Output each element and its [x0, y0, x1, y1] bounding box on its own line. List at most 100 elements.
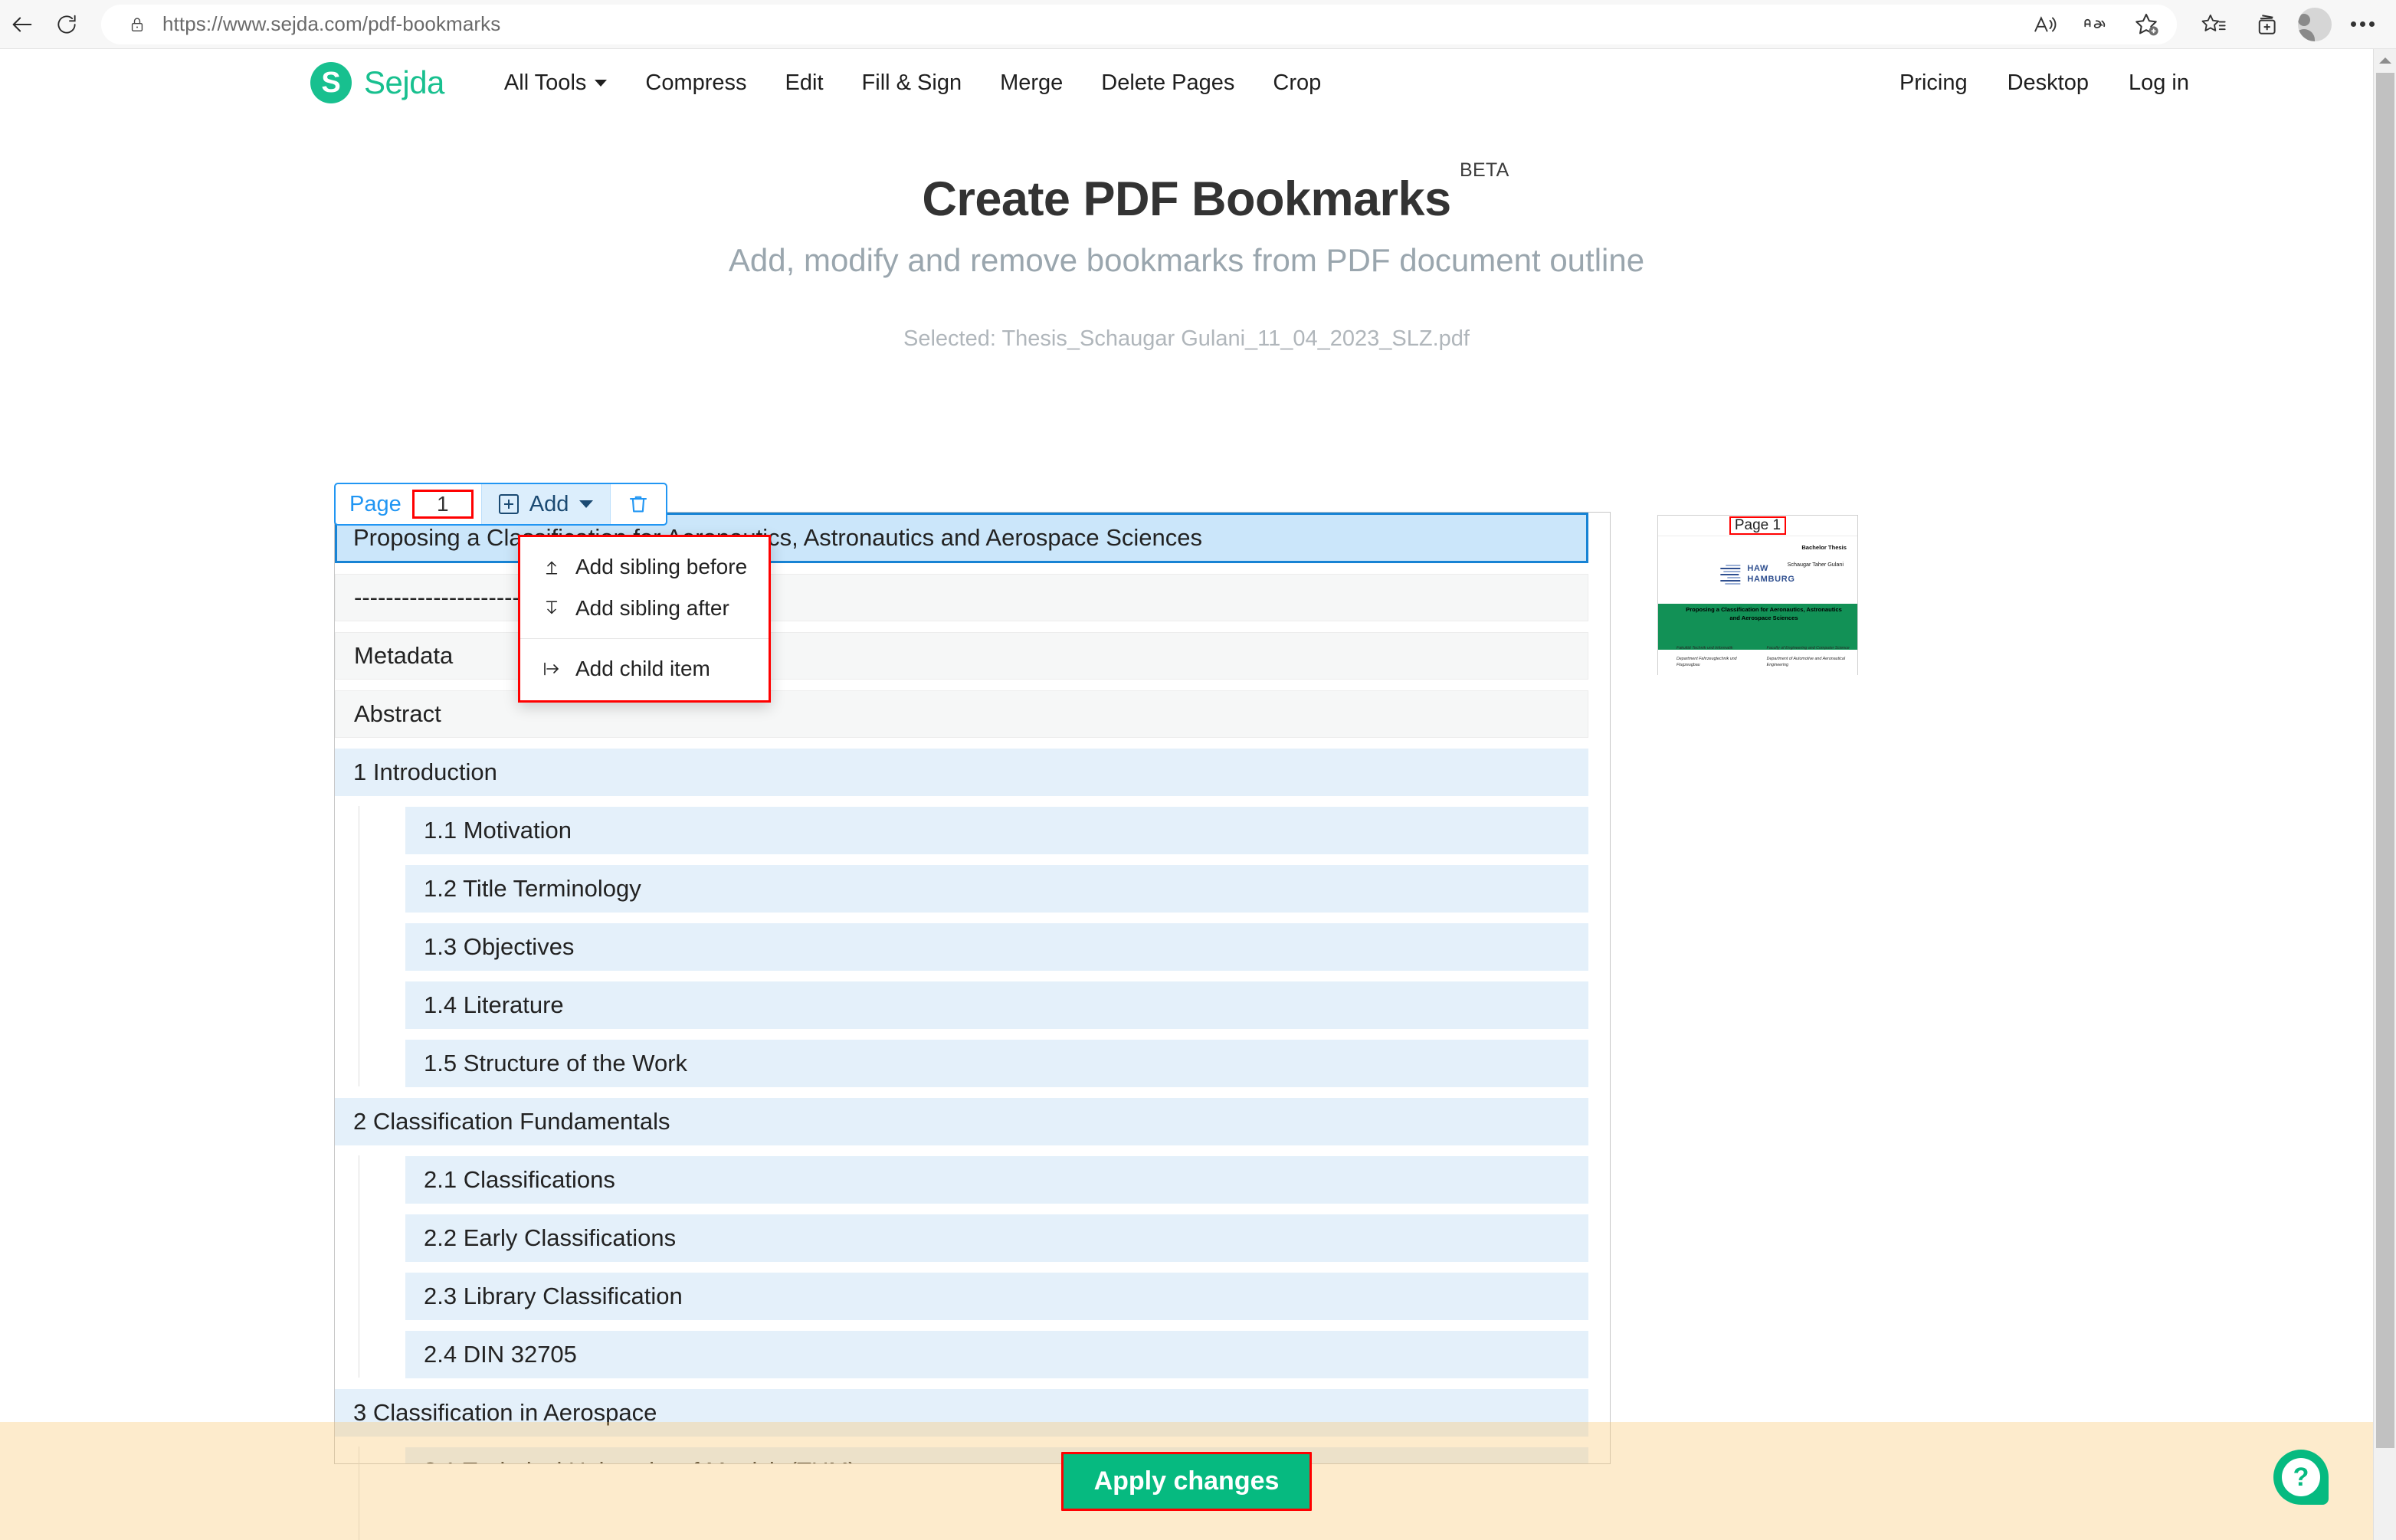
bookmark-row[interactable]: 2.4 DIN 32705 [405, 1331, 1588, 1378]
page-number-group: Page [336, 484, 481, 524]
menu-item-label: Add sibling before [575, 555, 748, 578]
help-button[interactable]: ? [2273, 1450, 2329, 1505]
nav-item-edit[interactable]: Edit [785, 70, 824, 96]
bookmark-label: 1.1 Motivation [424, 817, 572, 844]
bookmark-label: 2.1 Classifications [424, 1166, 615, 1193]
pdf-author: Schaugar Taher Gulani [1787, 561, 1844, 568]
selected-file-label: Selected: Thesis_Schaugar Gulani_11_04_2… [903, 326, 1470, 351]
pdf-thesis-title: Proposing a Classification for Aeronauti… [1686, 606, 1842, 621]
bookmark-row[interactable]: 1.4 Literature [405, 981, 1588, 1029]
arrow-right-from-line-icon [542, 660, 562, 678]
page-label: Page [349, 491, 402, 516]
menu-item-add-sibling-after[interactable]: Add sibling after [520, 588, 769, 629]
collections-icon[interactable] [2244, 4, 2290, 45]
bookmark-label: Abstract [354, 700, 441, 727]
haw-logo-bars-icon [1720, 564, 1741, 585]
nav-item-fill-and-sign[interactable]: Fill & Sign [862, 70, 962, 96]
bottom-action-bar: Apply changes [0, 1422, 2373, 1540]
bookmark-row[interactable]: 1.1 Motivation [405, 807, 1588, 854]
pdf-footer-block: Fakultät Technik und Informatik Departme… [1677, 645, 1850, 669]
bookmark-label: Metadata [354, 642, 454, 669]
nav-item-log-in[interactable]: Log in [2129, 70, 2189, 96]
sejda-logo-text: Sejda [364, 64, 444, 100]
page-heading-block: Create PDF Bookmarks BETA [0, 159, 2373, 227]
bookmark-label: 2.3 Library Classification [424, 1283, 683, 1309]
more-options-icon[interactable] [2339, 4, 2385, 45]
nav-item-compress[interactable]: Compress [645, 70, 746, 96]
bookmark-row[interactable]: 2.2 Early Classifications [405, 1214, 1588, 1262]
bookmark-label: 2.4 DIN 32705 [424, 1341, 577, 1368]
bookmark-label: 1.5 Structure of the Work [424, 1050, 688, 1076]
bookmark-label: 1 Introduction [353, 759, 497, 785]
browser-toolbar: https://www.sejda.com/pdf-bookmarks [0, 0, 2396, 49]
bookmark-label: 1.4 Literature [424, 991, 564, 1018]
pdf-preview-panel[interactable]: Page 1 HAW HAMBURG Bachelor Thesis Schau… [1657, 515, 1858, 675]
translate-icon[interactable] [2073, 4, 2119, 45]
bookmark-row[interactable]: 1 Introduction [335, 749, 1588, 796]
pdf-thesis-type: Bachelor Thesis [1801, 544, 1847, 551]
bookmark-row[interactable]: 1.2 Title Terminology [405, 865, 1588, 913]
pdf-footer-left: Fakultät Technik und Informatik Departme… [1677, 645, 1753, 669]
bookmark-label: 1.3 Objectives [424, 933, 575, 960]
profile-avatar[interactable] [2298, 7, 2332, 41]
bookmark-row[interactable]: 1.3 Objectives [405, 923, 1588, 971]
nav-item-all-tools[interactable]: All Tools [503, 70, 608, 96]
pdf-footer-right-1: Faculty of Engineering and Computer Scie… [1766, 646, 1850, 650]
haw-line-2: HAMBURG [1747, 574, 1795, 584]
add-favorite-icon[interactable] [2123, 4, 2169, 45]
nav-item-crop[interactable]: Crop [1273, 70, 1321, 96]
lock-icon[interactable] [124, 11, 150, 38]
scroll-up-arrow[interactable] [2374, 49, 2396, 72]
add-button-label: Add [529, 491, 569, 516]
read-aloud-icon[interactable] [2022, 4, 2068, 45]
browser-right-actions [2177, 4, 2396, 45]
menu-item-add-child-item[interactable]: Add child item [520, 648, 769, 690]
chevron-down-icon [595, 79, 608, 87]
delete-bookmark-button[interactable] [611, 484, 666, 524]
add-dropdown-button[interactable]: Add [481, 484, 611, 524]
nav-links: All Tools Compress Edit Fill & Sign Merg… [504, 70, 1321, 96]
pdf-footer-left-1: Fakultät Technik und Informatik [1677, 646, 1733, 650]
haw-line-1: HAW [1747, 564, 1769, 573]
site-navigation: S Sejda All Tools Compress Edit Fill & S… [0, 49, 2373, 116]
page-number-input[interactable] [411, 490, 474, 519]
bookmark-label: 2 Classification Fundamentals [353, 1108, 670, 1135]
menu-item-label: Add child item [575, 657, 710, 680]
nav-item-merge[interactable]: Merge [1000, 70, 1063, 96]
arrow-up-to-line-icon [542, 558, 562, 576]
apply-changes-button[interactable]: Apply changes [1060, 1451, 1313, 1511]
pdf-footer-right: Faculty of Engineering and Computer Scie… [1767, 645, 1850, 669]
bookmark-label: Proposing a Classification for Aeronauti… [353, 524, 1203, 551]
url-text: https://www.sejda.com/pdf-bookmarks [162, 12, 501, 35]
bookmark-row[interactable]: 1.5 Structure of the Work [405, 1040, 1588, 1087]
chevron-down-icon [579, 500, 594, 508]
help-question-icon: ? [2282, 1458, 2320, 1496]
bookmark-label: 1.2 Title Terminology [424, 875, 641, 902]
pdf-footer-left-2: Department Fahrzeugtechnik und Flugzeugb… [1677, 656, 1737, 668]
menu-item-add-sibling-before[interactable]: Add sibling before [520, 546, 769, 588]
bookmark-row[interactable]: 2 Classification Fundamentals [335, 1098, 1588, 1145]
pdf-page-thumbnail: HAW HAMBURG Bachelor Thesis Schaugar Tah… [1658, 536, 1857, 675]
add-dropdown-menu: Add sibling before Add sibling after Add… [518, 535, 771, 703]
beta-badge: BETA [1459, 159, 1509, 181]
nav-item-desktop[interactable]: Desktop [2008, 70, 2089, 96]
bookmark-row[interactable]: 2.1 Classifications [405, 1156, 1588, 1204]
nav-item-delete-pages[interactable]: Delete Pages [1101, 70, 1234, 96]
scrollbar-thumb[interactable] [2376, 73, 2394, 1448]
sejda-logo[interactable]: S Sejda [310, 62, 444, 103]
haw-hamburg-logo: HAW HAMBURG [1720, 564, 1795, 585]
sejda-logo-mark: S [310, 62, 352, 103]
arrow-down-to-line-icon [542, 599, 562, 618]
bookmark-toolbar: Page Add [334, 483, 668, 526]
bookmark-row[interactable]: 2.3 Library Classification [405, 1273, 1588, 1320]
page-scrollbar[interactable] [2373, 49, 2396, 1540]
reload-button[interactable] [44, 2, 89, 47]
favorites-icon[interactable] [2191, 4, 2237, 45]
plus-square-icon [498, 494, 519, 514]
nav-label: All Tools [503, 70, 587, 95]
nav-item-pricing[interactable]: Pricing [1899, 70, 1968, 96]
address-bar[interactable]: https://www.sejda.com/pdf-bookmarks [101, 4, 2177, 45]
page-number-badge: Page 1 [1729, 516, 1787, 536]
back-button[interactable] [0, 2, 44, 47]
nav-right: Pricing Desktop Log in [1899, 70, 2312, 96]
